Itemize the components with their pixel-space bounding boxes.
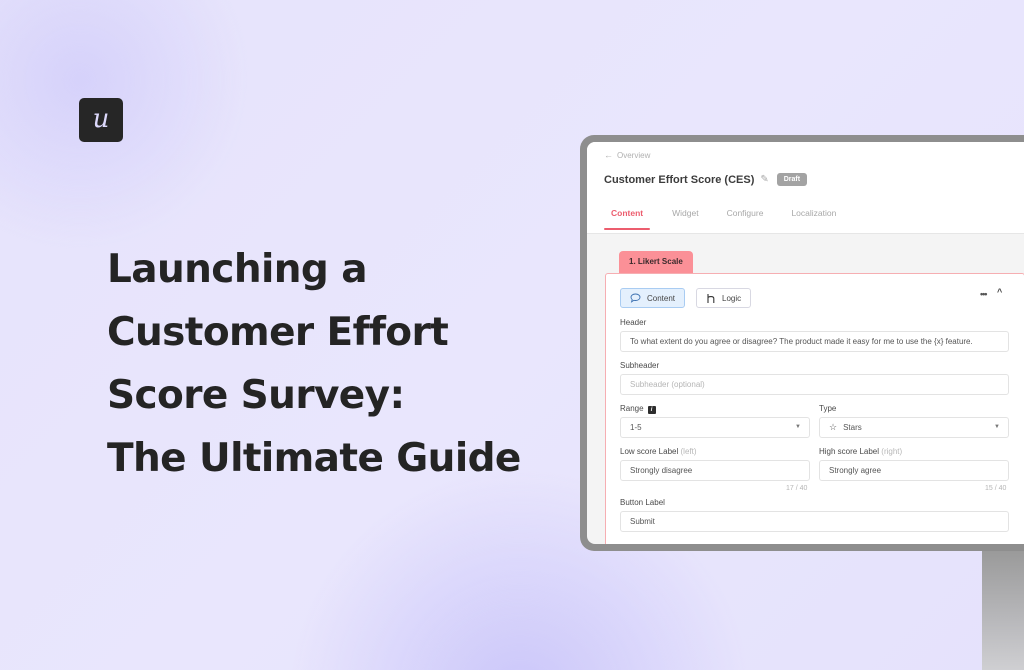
status-badge: Draft — [776, 173, 808, 186]
type-value: Stars — [843, 423, 862, 432]
survey-title: Customer Effort Score (CES) — [604, 173, 755, 186]
back-link-label: Overview — [617, 150, 651, 160]
pencil-icon[interactable]: ✎ — [760, 174, 768, 185]
tab-configure[interactable]: Configure — [727, 208, 764, 230]
logic-branch-icon — [707, 293, 715, 303]
back-link[interactable]: ← Overview — [604, 150, 650, 160]
high-score-label: High score Label (right) — [819, 447, 902, 456]
survey-tabs: Content Widget Configure Localization — [603, 208, 864, 230]
hero-title-line: Launching a — [107, 247, 368, 292]
more-options-icon[interactable]: ••• — [980, 289, 988, 299]
hero-title-line: Customer Effort — [107, 310, 449, 355]
button-label-label: Button Label — [620, 498, 665, 507]
high-score-label-text: High score Label — [819, 447, 880, 456]
hero-title-line: The Ultimate Guide — [107, 436, 521, 481]
high-score-hint: (right) — [881, 447, 903, 456]
star-icon: ☆ — [829, 422, 838, 432]
arrow-left-icon: ← — [604, 150, 613, 160]
speech-bubble-icon — [630, 293, 641, 303]
high-score-counter: 15 / 40 — [985, 485, 1007, 492]
app-screen: ← Overview Customer Effort Score (CES) ✎… — [587, 142, 1024, 544]
button-label-input[interactable]: Submit — [620, 511, 1009, 532]
low-score-label: Low score Label (left) — [620, 447, 697, 456]
logo-letter: u — [92, 103, 110, 134]
question-tab[interactable]: 1. Likert Scale — [619, 251, 693, 273]
content-mode-button[interactable]: Content — [620, 288, 686, 308]
type-label: Type — [819, 404, 837, 413]
logic-mode-label: Logic — [722, 293, 742, 303]
low-score-counter: 17 / 40 — [786, 485, 808, 492]
info-icon[interactable]: i — [647, 406, 656, 414]
header-label: Header — [620, 318, 647, 327]
low-score-input[interactable]: Strongly disagree — [620, 460, 810, 481]
tab-widget[interactable]: Widget — [672, 208, 698, 230]
survey-title-row: Customer Effort Score (CES) ✎ Draft — [604, 173, 808, 186]
logic-mode-button[interactable]: Logic — [696, 288, 752, 308]
low-score-label-text: Low score Label — [620, 447, 679, 456]
chevron-up-icon[interactable]: ^ — [997, 287, 1002, 297]
hero-title: Launching a Customer Effort Score Survey… — [107, 238, 547, 490]
caret-down-icon: ▼ — [795, 424, 801, 430]
header-input[interactable]: To what extent do you agree or disagree?… — [620, 331, 1009, 352]
low-score-hint: (left) — [680, 447, 697, 456]
survey-header: ← Overview Customer Effort Score (CES) ✎… — [587, 142, 1024, 234]
subheader-input[interactable]: Subheader (optional) — [620, 374, 1009, 395]
range-value: 1-5 — [630, 423, 642, 432]
type-select[interactable]: ☆ Stars ▼ — [819, 417, 1009, 438]
high-score-input[interactable]: Strongly agree — [819, 460, 1009, 481]
monitor-stand — [982, 551, 1024, 670]
hero-title-line: Score Survey: — [107, 373, 405, 418]
tab-localization[interactable]: Localization — [791, 208, 836, 230]
brand-logo: u — [79, 98, 123, 142]
range-select[interactable]: 1-5 ▼ — [620, 417, 810, 438]
tab-content[interactable]: Content — [603, 208, 651, 230]
caret-down-icon: ▼ — [994, 424, 1000, 430]
range-label: Range i — [620, 404, 656, 414]
subheader-label: Subheader — [620, 361, 660, 370]
question-card: Content Logic ••• ^ Header To what exten… — [605, 273, 1024, 544]
content-mode-label: Content — [647, 293, 676, 303]
range-label-text: Range — [620, 404, 644, 413]
